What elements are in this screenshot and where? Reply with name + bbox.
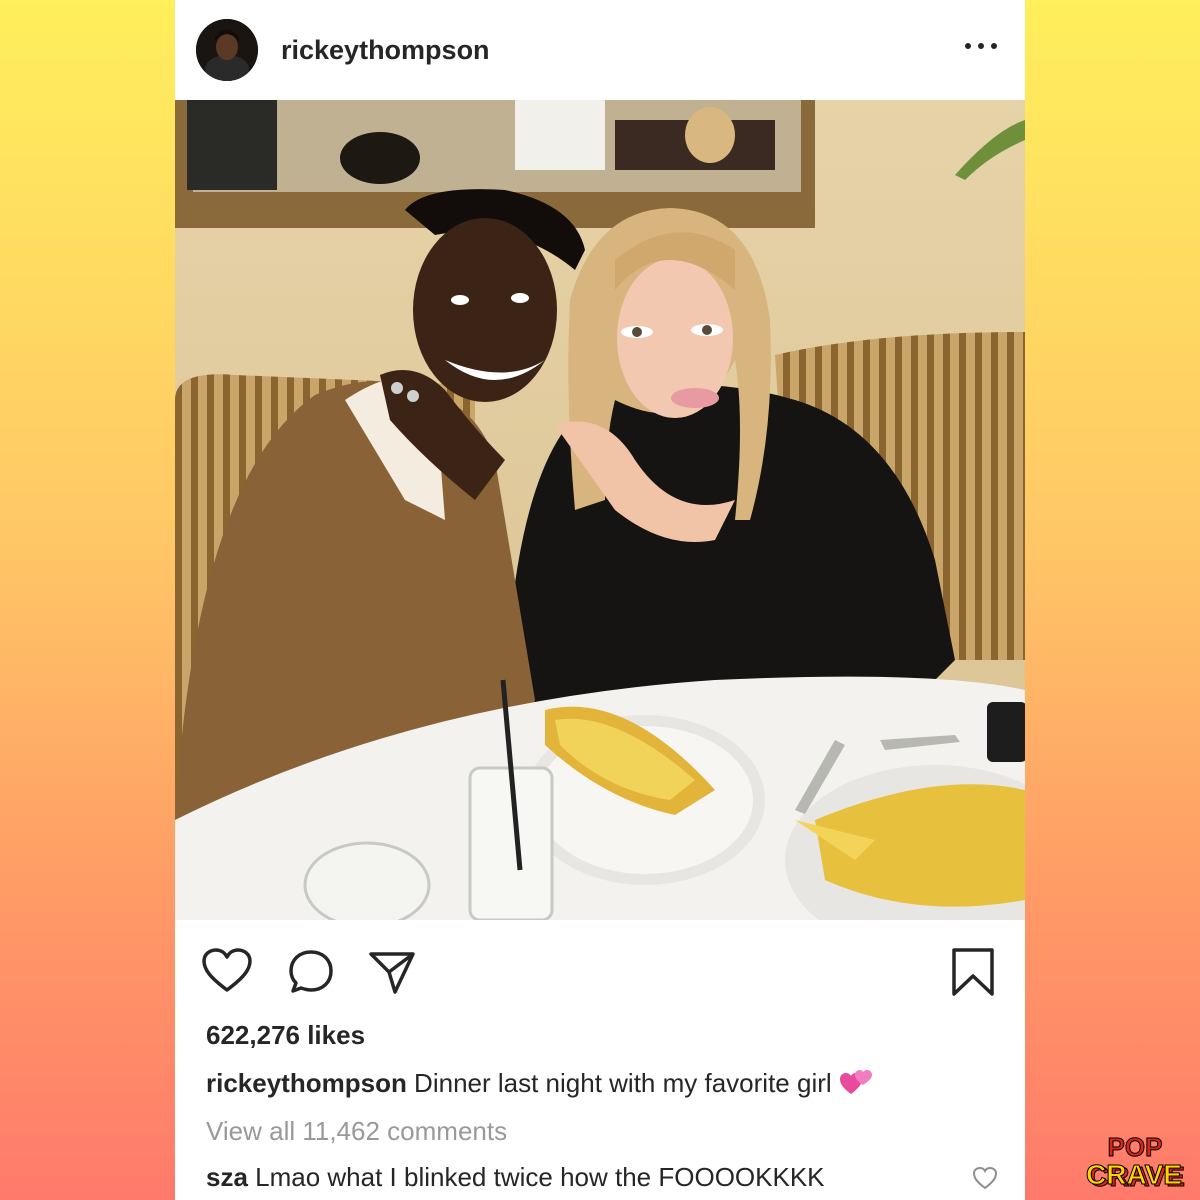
two-hearts-emoji bbox=[839, 1070, 872, 1094]
view-all-comments-link[interactable]: View all 11,462 comments bbox=[206, 1116, 507, 1147]
post-username[interactable]: rickeythompson bbox=[281, 35, 490, 66]
comment-username[interactable]: sza bbox=[206, 1162, 248, 1192]
caption-username[interactable]: rickeythompson bbox=[206, 1068, 407, 1098]
bookmark-icon[interactable] bbox=[950, 946, 996, 998]
likes-count[interactable]: 622,276 likes bbox=[206, 1020, 365, 1051]
popcrave-logo: POP CRAVE CRAVE bbox=[1086, 1132, 1186, 1191]
post-caption: rickeythompson Dinner last night with my… bbox=[206, 1068, 1006, 1099]
paper-plane-icon[interactable] bbox=[367, 948, 417, 996]
heart-icon[interactable] bbox=[972, 1166, 998, 1190]
post-actions-bar bbox=[175, 920, 1025, 1020]
svg-text:CRAVE: CRAVE bbox=[1086, 1159, 1182, 1190]
caption-text: Dinner last night with my favorite girl bbox=[406, 1068, 832, 1098]
profile-avatar[interactable] bbox=[196, 19, 258, 81]
comment-text: Lmao what I blinked twice how the FOOOOK… bbox=[247, 1162, 825, 1192]
more-dots-icon[interactable] bbox=[965, 34, 997, 58]
svg-text:POP: POP bbox=[1108, 1132, 1163, 1162]
instagram-post-card: rickeythompson 622,276 likes rickeythomp… bbox=[175, 0, 1025, 1200]
top-comment: sza Lmao what I blinked twice how the FO… bbox=[206, 1162, 966, 1193]
heart-icon[interactable] bbox=[201, 948, 253, 994]
speech-bubble-icon[interactable] bbox=[287, 948, 335, 996]
post-header: rickeythompson bbox=[175, 0, 1025, 100]
post-photo[interactable] bbox=[175, 100, 1025, 920]
